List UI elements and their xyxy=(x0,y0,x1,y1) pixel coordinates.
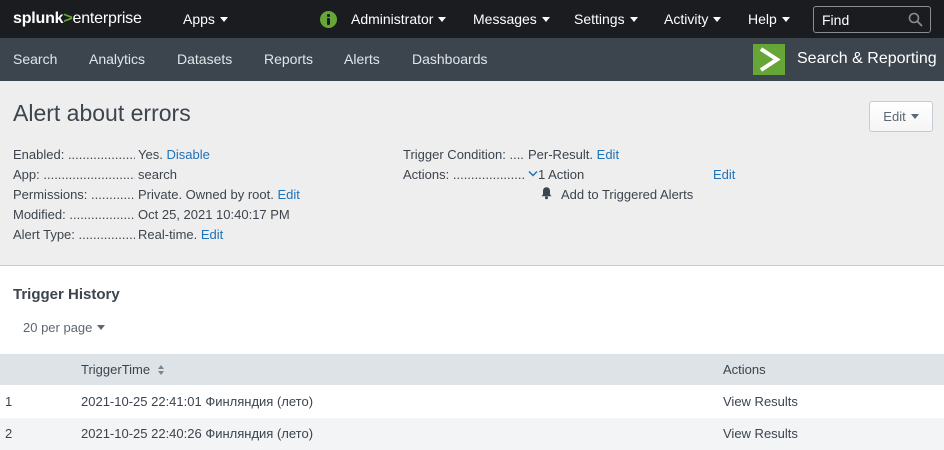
leader-dots: ...................................... xyxy=(452,167,525,182)
caret-down-icon xyxy=(713,17,722,22)
table-row: 2 2021-10-25 22:40:26 Финляндия (лето) V… xyxy=(0,418,944,450)
bell-icon xyxy=(541,187,552,200)
app-nav-bar: Search Analytics Datasets Reports Alerts… xyxy=(0,38,944,81)
section-title: Trigger History xyxy=(13,286,120,303)
caret-down-icon xyxy=(97,325,106,330)
disable-link[interactable]: Disable xyxy=(166,147,209,162)
actions-toggle[interactable]: 1 Action xyxy=(528,167,584,182)
activity-menu[interactable]: Activity xyxy=(664,11,722,27)
help-menu[interactable]: Help xyxy=(748,11,790,27)
col-trigger-time[interactable]: TriggerTime xyxy=(81,362,166,377)
row-trigger-time: 2021-10-25 22:41:01 Финляндия (лето) xyxy=(81,394,314,409)
find-box xyxy=(813,6,931,33)
splunk-logo[interactable]: splunk>enterprise xyxy=(13,10,142,28)
actions-edit-link[interactable]: Edit xyxy=(713,167,735,182)
apps-menu[interactable]: Apps xyxy=(183,11,228,27)
administrator-menu[interactable]: Administrator xyxy=(351,11,447,27)
leader-dots: ........ xyxy=(509,147,525,162)
magnifier-icon[interactable] xyxy=(908,12,923,27)
nav-item-analytics[interactable]: Analytics xyxy=(89,51,145,67)
view-results-link[interactable]: View Results xyxy=(723,394,798,409)
nav-item-reports[interactable]: Reports xyxy=(264,51,313,67)
trigger-edit-link[interactable]: Edit xyxy=(597,147,619,162)
row-index: 1 xyxy=(5,394,13,409)
messages-menu[interactable]: Messages xyxy=(473,11,550,27)
caret-down-icon xyxy=(438,17,447,22)
page-title: Alert about errors xyxy=(13,100,191,126)
leader-dots: .............................. xyxy=(78,227,135,242)
row-index: 2 xyxy=(5,426,13,441)
info-icon[interactable] xyxy=(320,11,337,28)
top-bar: splunk>enterprise Apps Administrator Mes… xyxy=(0,0,944,38)
table-header: TriggerTime Actions xyxy=(0,354,944,385)
app-chevron-icon[interactable] xyxy=(753,44,785,75)
row-trigger-time: 2021-10-25 22:40:26 Финляндия (лето) xyxy=(81,426,314,441)
nav-item-alerts[interactable]: Alerts xyxy=(344,51,380,67)
col-actions: Actions xyxy=(723,362,766,377)
table-row: 1 2021-10-25 22:41:01 Финляндия (лето) V… xyxy=(0,386,944,418)
alert-type-edit-link[interactable]: Edit xyxy=(201,227,223,242)
per-page-dropdown[interactable]: 20 per page xyxy=(23,320,106,335)
settings-menu[interactable]: Settings xyxy=(574,11,638,27)
edit-button[interactable]: Edit xyxy=(869,101,933,132)
nav-item-search[interactable]: Search xyxy=(13,51,57,67)
caret-down-icon xyxy=(781,17,790,22)
chevron-down-icon xyxy=(528,170,538,177)
leader-dots: .......................... xyxy=(91,187,135,202)
permissions-edit-link[interactable]: Edit xyxy=(277,187,299,202)
nav-item-datasets[interactable]: Datasets xyxy=(177,51,232,67)
caret-down-icon xyxy=(629,17,638,22)
caret-down-icon xyxy=(910,114,919,119)
leader-dots: ........................................… xyxy=(43,167,135,182)
leader-dots: .............................. xyxy=(69,207,135,222)
sort-icon xyxy=(158,365,166,375)
view-results-link[interactable]: View Results xyxy=(723,426,798,441)
leader-dots: .................................. xyxy=(67,147,135,162)
app-name[interactable]: Search & Reporting xyxy=(797,50,937,68)
find-input[interactable] xyxy=(814,7,906,32)
caret-down-icon xyxy=(219,17,228,22)
nav-item-dashboards[interactable]: Dashboards xyxy=(412,51,488,67)
caret-down-icon xyxy=(541,17,550,22)
action-item-triggered-alerts: Add to Triggered Alerts xyxy=(561,187,694,202)
